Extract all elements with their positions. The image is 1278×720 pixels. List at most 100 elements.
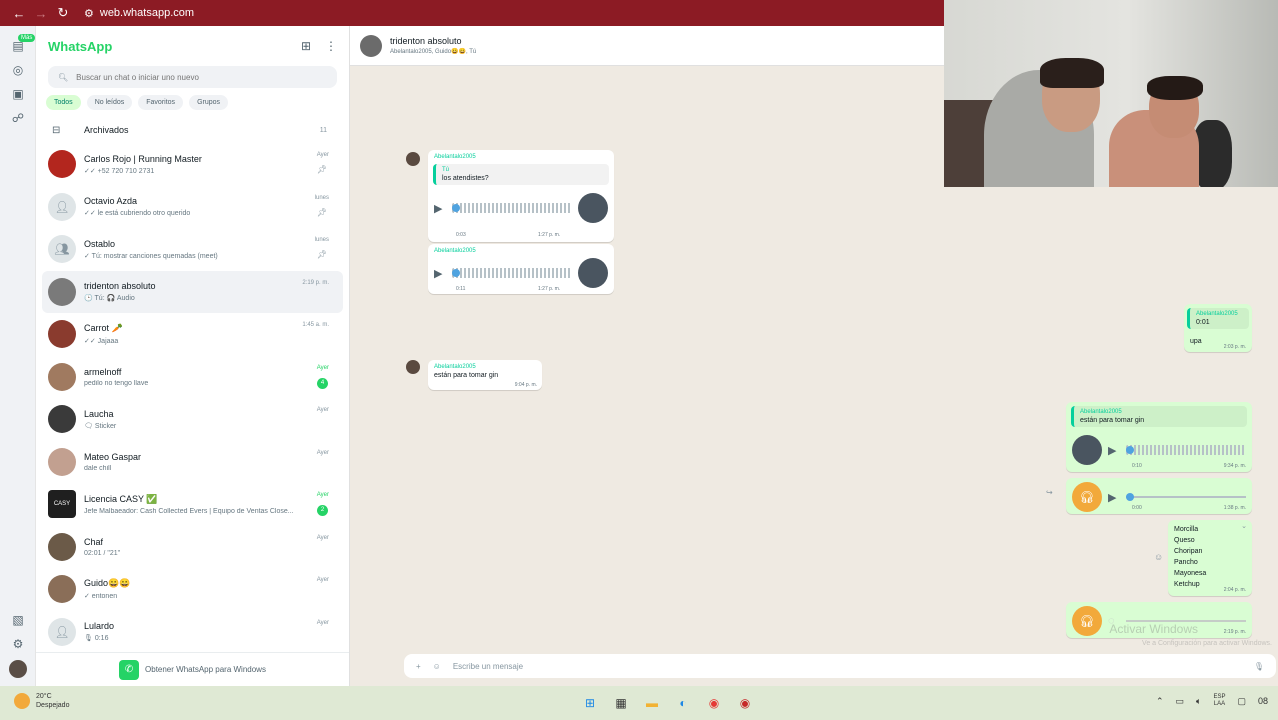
plus-icon[interactable]: + — [416, 662, 421, 671]
chat-item-selected[interactable]: tridenton absoluto 🕒 Tú: 🎧 Audio 2:19 p. … — [42, 270, 343, 313]
get-windows-app-banner[interactable]: ✆ Obtener WhatsApp para Windows — [36, 652, 349, 686]
file-explorer-icon[interactable]: ▬ — [643, 694, 661, 712]
new-chat-icon[interactable]: ⊞ — [301, 39, 311, 53]
audio-waveform[interactable] — [1126, 445, 1246, 455]
sticker-icon[interactable]: ☺ — [433, 662, 441, 671]
play-icon[interactable]: ▶ — [434, 202, 446, 215]
chrome-icon[interactable]: ◉ — [705, 694, 723, 712]
default-avatar-icon: 👤︎ — [48, 617, 76, 646]
chat-item[interactable]: Guido😀😀 ✓ entonen Ayer — [36, 568, 349, 611]
chat-item[interactable]: 👤︎ Lulardo 🎙 0:16 Ayer — [36, 611, 349, 654]
quote-author: Abelantalo2005 — [1080, 409, 1122, 415]
nav-rail: ▤ Más ◎ ▣ ☍ ▧ ⚙ — [0, 26, 36, 686]
forward-icon[interactable]: → — [30, 6, 52, 21]
chat-avatar — [48, 532, 76, 561]
audio-progress[interactable] — [1126, 492, 1246, 502]
reload-icon[interactable]: ↻ — [52, 5, 74, 21]
message-incoming-text[interactable]: Abelantalo2005 están para tomar gin 9:04… — [428, 360, 542, 390]
status-icon[interactable]: ◎ — [10, 62, 26, 78]
audio-waveform[interactable] — [452, 268, 572, 278]
headphones-icon: 🎧︎ — [1072, 482, 1102, 512]
microphone-icon[interactable]: 🎙︎ — [1254, 662, 1264, 671]
filter-favorites[interactable]: Favoritos — [138, 95, 184, 110]
communities-icon[interactable]: ☍ — [10, 110, 26, 126]
chat-item[interactable]: 👤︎ Octavio Azda ✓✓ le está cubriendo otro… — [36, 186, 349, 229]
url-text: web.whatsapp.com — [99, 7, 195, 19]
chat-avatar — [48, 405, 76, 434]
message-outgoing[interactable]: Abelantalo2005 0:01 upa 2:03 p. m. — [1184, 304, 1252, 352]
quote-duration: 0:01 — [1196, 319, 1210, 326]
activate-windows-watermark: Activar Windows — [1109, 622, 1198, 636]
sidebar-header: WhatsApp ⊞ ⋮ — [36, 26, 349, 66]
audio-waveform[interactable] — [452, 203, 572, 213]
clock[interactable]: 08 — [1258, 696, 1268, 706]
chat-item[interactable]: Chaf 02:01 / "21" Ayer — [36, 526, 349, 569]
weather-widget[interactable]: 20°C Despejado — [14, 692, 69, 710]
message-input[interactable]: Escribe un mensaje — [453, 662, 1242, 671]
quoted-message[interactable]: Tú los atendistes? — [433, 164, 609, 185]
back-icon[interactable]: ← — [8, 6, 30, 21]
play-icon[interactable]: ▶ — [1108, 444, 1120, 457]
message-outgoing-audio[interactable]: Abelantalo2005 están para tomar gin ▶ 0:… — [1066, 402, 1252, 472]
notification-icon[interactable]: ▢ — [1237, 696, 1246, 707]
chevron-down-icon[interactable]: ⌄ — [1241, 522, 1247, 530]
filter-groups[interactable]: Grupos — [189, 95, 229, 110]
play-icon[interactable]: ▶ — [1108, 491, 1120, 504]
address-bar[interactable]: ⚙ web.whatsapp.com — [84, 7, 194, 20]
chat-preview: ✓ entonen — [84, 593, 118, 601]
conversation-header[interactable]: tridenton absoluto Abelantalo2005, Guido… — [350, 26, 944, 66]
chat-item[interactable]: Laucha 🗨 Sticker Ayer — [36, 398, 349, 441]
whatsapp-logo-icon: ✆ — [119, 659, 140, 680]
site-settings-icon[interactable]: ⚙ — [84, 7, 94, 20]
chat-item[interactable]: 👥︎ Ostablo ✓ Tú: mostrar canciones quemad… — [36, 228, 349, 271]
chat-item[interactable]: Mateo Gaspar dale chill Ayer — [36, 441, 349, 484]
media-icon[interactable]: ▧ — [10, 612, 26, 628]
conversation-participants: Abelantalo2005, Guido😀😀, Tú — [390, 49, 477, 55]
chat-name: Carlos Rojo | Running Master — [84, 153, 202, 164]
quote-text: los atendistes? — [442, 175, 489, 182]
chat-item[interactable]: CASY Licencia CASY ✅ Jefe Malbaeador: Cas… — [36, 483, 349, 526]
chat-time: Ayer — [316, 449, 329, 456]
settings-icon[interactable]: ⚙ — [10, 636, 26, 652]
activate-windows-subtext: Ve a Configuración para activar Windows. — [1142, 640, 1272, 647]
message-incoming-audio[interactable]: Abelantalo2005 ▶ 0:11 1:27 p. m. — [428, 244, 614, 294]
quoted-message[interactable]: Abelantalo2005 0:01 — [1187, 308, 1249, 329]
search-input[interactable] — [76, 72, 317, 82]
chat-preview: 🗨 Sticker — [84, 422, 117, 430]
message-outgoing-text[interactable]: ⌄ Morcilla Queso Choripan Pancho Mayones… — [1168, 520, 1252, 596]
edge-icon[interactable]: ◐ — [674, 694, 692, 712]
chevron-up-icon[interactable]: ⌃ — [1156, 696, 1164, 707]
language-indicator[interactable]: ESP LAA — [1213, 694, 1225, 708]
quote-author: Abelantalo2005 — [1196, 311, 1238, 317]
message-incoming-audio[interactable]: Abelantalo2005 Tú los atendistes? ▶ 0:03… — [428, 150, 614, 242]
chat-avatar — [48, 150, 76, 179]
windows-start-icon[interactable]: ⊞ — [581, 694, 599, 712]
browser-toolbar: ← → ↻ ⚙ web.whatsapp.com — [0, 0, 944, 26]
chat-time: 2:19 p. m. — [302, 279, 329, 286]
play-icon[interactable]: ▶ — [434, 267, 446, 280]
chat-item[interactable]: armelnoff pedilo no tengo llave Ayer 4 — [36, 356, 349, 399]
task-view-icon[interactable]: ▦ — [612, 694, 630, 712]
chat-item[interactable]: Carlos Rojo | Running Master ✓✓ +52 720 7… — [36, 143, 349, 186]
chat-item[interactable]: Carrot 🥕 ✓✓ Jajaaa 1:45 a. m. — [36, 313, 349, 356]
chat-name: Octavio Azda — [84, 196, 138, 207]
filter-unread[interactable]: No leídos — [86, 95, 133, 110]
menu-icon[interactable]: ⋮ — [325, 39, 337, 53]
quoted-message[interactable]: Abelantalo2005 están para tomar gin — [1071, 406, 1247, 427]
volume-icon[interactable]: 🔈︎ — [1196, 696, 1201, 707]
emoji-react-icon[interactable]: ☺ — [1154, 552, 1163, 562]
message-outgoing-audio[interactable]: 🎧︎ ▶ 0:00 1:38 p. m. — [1066, 478, 1252, 514]
weather-condition: Despejado — [36, 702, 70, 709]
search-box[interactable]: 🔍︎ — [48, 66, 337, 88]
archived-row[interactable]: ⊟ Archivados 11 — [36, 117, 349, 143]
chat-avatar — [48, 362, 76, 391]
chrome-profile-icon[interactable]: ◉ — [736, 694, 754, 712]
message-time: 9:04 p. m. — [514, 382, 537, 388]
channels-icon[interactable]: ▣ — [10, 86, 26, 102]
profile-avatar[interactable] — [9, 660, 27, 678]
filter-all[interactable]: Todos — [46, 95, 81, 110]
chat-avatar — [48, 575, 76, 604]
network-icon[interactable]: ▭ — [1176, 696, 1185, 707]
forward-icon[interactable]: ↪ — [1046, 488, 1053, 497]
message-time: 1:27 p. m. — [538, 232, 561, 238]
